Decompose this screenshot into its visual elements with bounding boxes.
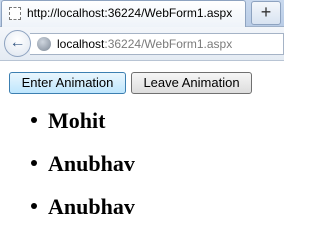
enter-animation-button[interactable]: Enter Animation (9, 72, 126, 94)
page-icon (9, 7, 21, 20)
globe-icon (37, 37, 51, 51)
back-button[interactable]: ← (4, 30, 31, 57)
leave-animation-button[interactable]: Leave Animation (131, 72, 252, 94)
url-text: localhost:36224/WebForm1.aspx (57, 37, 232, 51)
bullet-icon (31, 160, 37, 166)
navigation-bar: localhost:36224/WebForm1.aspx ← (0, 27, 284, 61)
browser-tab[interactable]: http://localhost:36224/WebForm1.aspx (1, 0, 246, 27)
list-item-label: Mohit (48, 108, 106, 133)
url-host: localhost (57, 37, 105, 51)
new-tab-button[interactable]: + (251, 1, 281, 25)
address-bar[interactable]: localhost:36224/WebForm1.aspx (30, 33, 284, 55)
bullet-icon (31, 203, 37, 209)
bullet-icon (31, 117, 37, 123)
back-arrow-icon: ← (9, 34, 26, 51)
list-item-label: Anubhav (48, 194, 135, 219)
tab-strip: http://localhost:36224/WebForm1.aspx + (0, 0, 284, 27)
url-path: :36224/WebForm1.aspx (104, 37, 233, 51)
list-item-label: Anubhav (48, 151, 135, 176)
tab-title: http://localhost:36224/WebForm1.aspx (27, 6, 233, 20)
